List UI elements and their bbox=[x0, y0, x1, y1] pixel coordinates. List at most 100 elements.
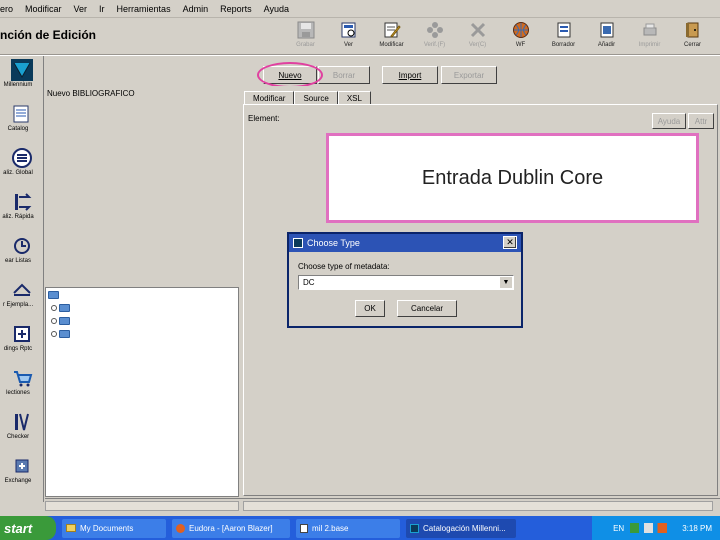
sidebar-item-ejemplares[interactable]: r Ejempla... bbox=[0, 276, 44, 320]
attr-button[interactable]: Attr bbox=[688, 113, 714, 129]
tree-scrollbar[interactable] bbox=[45, 501, 239, 511]
menu-admin[interactable]: Admin bbox=[183, 4, 209, 14]
tool-icon bbox=[468, 20, 488, 40]
exportar-button[interactable]: Exportar bbox=[441, 66, 497, 84]
edit-icon bbox=[382, 20, 402, 40]
sidebar-item-rapida[interactable]: aliz. Rápida bbox=[0, 188, 44, 232]
folder-icon bbox=[66, 524, 76, 532]
toolbar-imprimir-button[interactable]: Imprimir bbox=[628, 18, 671, 52]
catalog-icon bbox=[10, 102, 34, 126]
language-indicator[interactable]: EN bbox=[613, 524, 624, 533]
start-button[interactable]: start bbox=[0, 516, 56, 540]
ok-label: OK bbox=[364, 304, 376, 313]
sidebar-item-holdings[interactable]: dings Rptc bbox=[0, 320, 44, 364]
sidebar-item-millennium[interactable]: Millennium bbox=[0, 56, 44, 100]
menu-ero[interactable]: ero bbox=[0, 4, 13, 14]
toolbar-borrador-button[interactable]: Borrador bbox=[542, 18, 585, 52]
task-label: Catalogación Millenni... bbox=[423, 523, 506, 533]
chevron-down-icon[interactable]: ▼ bbox=[500, 277, 512, 288]
dialog-label: Choose type of metadata: bbox=[298, 262, 390, 271]
rapid-update-icon bbox=[10, 190, 34, 214]
tree-node[interactable] bbox=[51, 328, 70, 340]
millennium-logo-icon bbox=[410, 523, 419, 533]
left-panel-title: Nuevo BIBLIOGRAFICO bbox=[47, 89, 135, 98]
ok-button[interactable]: OK bbox=[355, 300, 385, 317]
task-catalogacion[interactable]: Catalogación Millenni... bbox=[406, 518, 516, 538]
menu-ver[interactable]: Ver bbox=[74, 4, 88, 14]
toolbar-anadir-button[interactable]: Añadir bbox=[585, 18, 628, 52]
ayuda-label: Ayuda bbox=[657, 116, 681, 126]
menu-ayuda[interactable]: Ayuda bbox=[264, 4, 289, 14]
millennium-logo-icon bbox=[10, 58, 34, 82]
folder-icon bbox=[59, 317, 70, 325]
metadata-type-value: DC bbox=[303, 278, 315, 287]
record-tree bbox=[45, 287, 239, 497]
cancel-button[interactable]: Cancelar bbox=[397, 300, 457, 317]
toolbar-verc-button[interactable]: Ver(C) bbox=[456, 18, 499, 52]
task-my-documents[interactable]: My Documents bbox=[62, 518, 166, 538]
tree-root[interactable] bbox=[48, 289, 59, 301]
sidebar-item-listas[interactable]: ear Listas bbox=[0, 232, 44, 276]
ayuda-button[interactable]: Ayuda bbox=[652, 113, 686, 129]
sidebar-item-selectiones[interactable]: lectiones bbox=[0, 364, 44, 408]
save-icon bbox=[296, 20, 316, 40]
editor-scrollbar[interactable] bbox=[243, 501, 713, 511]
task-mil-base[interactable]: mil 2.base bbox=[296, 518, 400, 538]
windows-taskbar: start My Documents Eudora - [Aaron Blaze… bbox=[0, 516, 720, 540]
holdings-icon bbox=[10, 322, 34, 346]
task-label: mil 2.base bbox=[312, 523, 349, 533]
toolbar-separator bbox=[0, 54, 720, 56]
sidebar-item-exchange[interactable]: Exchange bbox=[0, 452, 44, 496]
menu-ir[interactable]: Ir bbox=[99, 4, 105, 14]
task-eudora[interactable]: Eudora - [Aaron Blazer] bbox=[172, 518, 290, 538]
editor-tabs: Modificar Source XSL bbox=[244, 91, 371, 105]
tray-icons bbox=[630, 523, 677, 533]
sidebar-label-millennium: Millennium bbox=[3, 82, 33, 88]
workflow-icon bbox=[511, 20, 531, 40]
menu-modificar[interactable]: Modificar bbox=[25, 4, 62, 14]
sidebar-item-catalog[interactable]: Catalog bbox=[0, 100, 44, 144]
task-label: My Documents bbox=[80, 523, 134, 533]
toolbar-grabar-button[interactable]: Grabar bbox=[284, 18, 327, 52]
menu-herramientas[interactable]: Herramientas bbox=[117, 4, 171, 14]
sidebar-item-checker[interactable]: Checker bbox=[0, 408, 44, 452]
menu-reports[interactable]: Reports bbox=[220, 4, 252, 14]
sidebar-label-global: aliz. Global bbox=[3, 170, 33, 176]
tree-node[interactable] bbox=[51, 302, 70, 314]
menu-bar: ero Modificar Ver Ir Herramientas Admin … bbox=[0, 0, 720, 18]
toolbar-anadir-label: Añadir bbox=[597, 42, 616, 48]
toolbar: Grabar Ver Modificar Verif.(F) Ver(C) WF bbox=[284, 18, 720, 52]
toolbar-verif-label: Verif.(F) bbox=[423, 42, 446, 48]
metadata-type-select[interactable]: DC ▼ bbox=[298, 275, 514, 290]
eudora-icon bbox=[176, 523, 185, 533]
validate-icon bbox=[425, 20, 445, 40]
import-button[interactable]: Import bbox=[382, 66, 438, 84]
tab-source[interactable]: Source bbox=[294, 91, 338, 105]
close-door-icon bbox=[683, 20, 703, 40]
sidebar-label-listas: ear Listas bbox=[4, 258, 31, 264]
sidebar-label-selectiones: lectiones bbox=[6, 390, 30, 396]
toolbar-cerrar-label: Cerrar bbox=[683, 42, 701, 48]
borrar-label: Borrar bbox=[332, 70, 356, 80]
sidebar-label-catalog: Catalog bbox=[7, 126, 29, 132]
toolbar-modificar-button[interactable]: Modificar bbox=[370, 18, 413, 52]
tree-node[interactable] bbox=[51, 315, 70, 327]
borrar-button[interactable]: Borrar bbox=[318, 66, 370, 84]
sidebar-label-exchange: Exchange bbox=[4, 478, 32, 484]
annotation-callout: Entrada Dublin Core bbox=[326, 133, 699, 223]
global-update-icon bbox=[10, 146, 34, 170]
sidebar-item-global[interactable]: aliz. Global bbox=[0, 144, 44, 188]
close-icon[interactable]: ✕ bbox=[503, 236, 517, 249]
toolbar-cerrar-button[interactable]: Cerrar bbox=[671, 18, 714, 52]
attr-label: Attr bbox=[694, 116, 708, 126]
sidebar: Millennium Catalog aliz. Global aliz. Rá… bbox=[0, 56, 44, 502]
tab-modificar[interactable]: Modificar bbox=[244, 91, 295, 105]
cancel-label: Cancelar bbox=[410, 304, 443, 313]
toolbar-verif-button[interactable]: Verif.(F) bbox=[413, 18, 456, 52]
toolbar-wf-button[interactable]: WF bbox=[499, 18, 542, 52]
checker-icon bbox=[10, 410, 34, 434]
toolbar-borrador-label: Borrador bbox=[551, 42, 576, 48]
draft-icon bbox=[554, 20, 574, 40]
tab-xsl[interactable]: XSL bbox=[337, 91, 371, 105]
toolbar-ver-button[interactable]: Ver bbox=[327, 18, 370, 52]
